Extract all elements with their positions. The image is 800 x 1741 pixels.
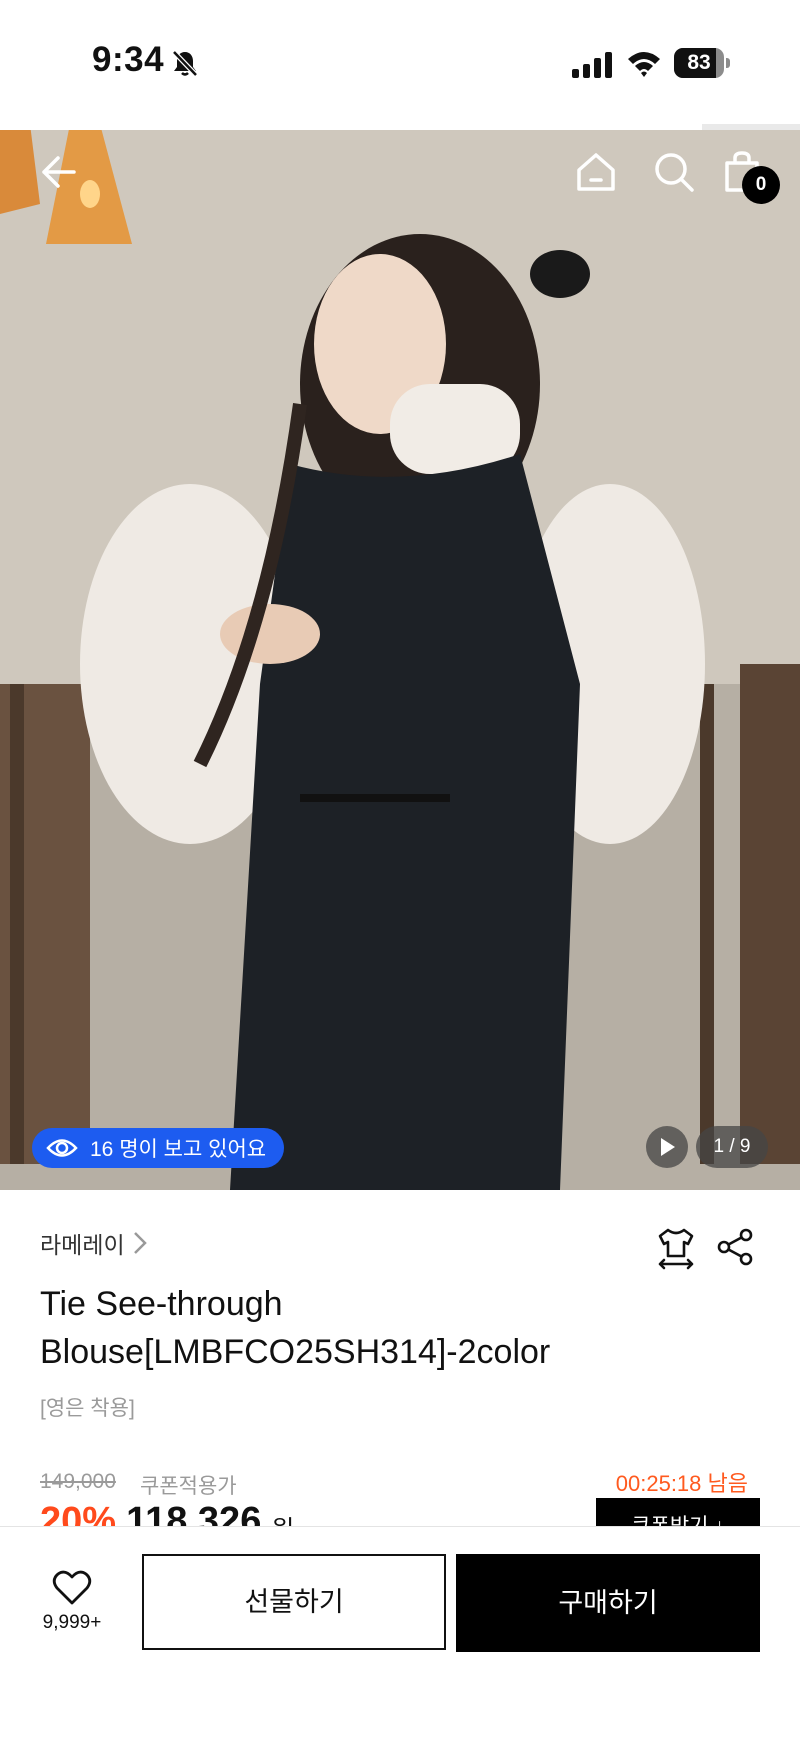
bell-muted-icon	[172, 50, 198, 77]
gallery-progress-fill	[0, 124, 703, 130]
sale-price: 118,326	[126, 1500, 262, 1526]
play-icon	[661, 1138, 675, 1156]
search-icon[interactable]	[652, 150, 696, 194]
cart-count-badge[interactable]: 0	[742, 166, 780, 204]
product-title: Tie See-through Blouse[LMBFCO25SH314]-2c…	[40, 1285, 551, 1371]
eye-icon	[46, 1139, 78, 1157]
price-row: 20% 118,326 원	[40, 1500, 294, 1526]
battery-indicator: 83	[674, 48, 730, 78]
get-coupon-label: 쿠폰받기 ↓	[596, 1498, 760, 1526]
get-coupon-button[interactable]: 쿠폰받기 ↓	[596, 1498, 760, 1526]
currency-unit: 원	[271, 1510, 294, 1526]
brand-name: 라메레이	[40, 1232, 125, 1258]
video-play-button[interactable]	[646, 1126, 688, 1168]
heart-icon	[52, 1570, 92, 1605]
buy-button[interactable]: 구매하기	[456, 1554, 760, 1652]
live-viewers-text: 16 명이 보고 있어요	[90, 1138, 267, 1161]
discount-rate: 20%	[40, 1500, 117, 1526]
cellular-signal-icon	[572, 52, 612, 78]
original-price: 149,000	[40, 1470, 116, 1493]
sale-countdown-timer: 00:25:18 남음	[615, 1471, 748, 1496]
product-photo-illustration	[0, 124, 800, 1190]
coupon-price-label: 쿠폰적용가	[140, 1475, 237, 1498]
back-arrow-icon[interactable]	[38, 152, 78, 192]
gift-button[interactable]: 선물하기	[142, 1554, 446, 1650]
wifi-icon	[628, 52, 660, 77]
status-time: 9:34	[92, 40, 165, 79]
share-icon[interactable]	[716, 1228, 754, 1266]
model-wearing-note: [영은 착용]	[40, 1397, 135, 1420]
wishlist-button[interactable]: 9,999+	[30, 1570, 114, 1642]
size-fitting-shirt-icon[interactable]	[656, 1226, 696, 1270]
image-page-counter: 1 / 9	[696, 1126, 768, 1168]
battery-percent: 83	[687, 51, 711, 74]
brand-link[interactable]: 라메레이	[40, 1226, 147, 1260]
live-viewers-badge: 16 명이 보고 있어요	[32, 1128, 285, 1168]
chevron-right-icon	[133, 1232, 147, 1254]
wishlist-count: 9,999+	[42, 1612, 102, 1633]
home-icon[interactable]	[574, 150, 618, 194]
product-image[interactable]	[0, 124, 800, 1190]
